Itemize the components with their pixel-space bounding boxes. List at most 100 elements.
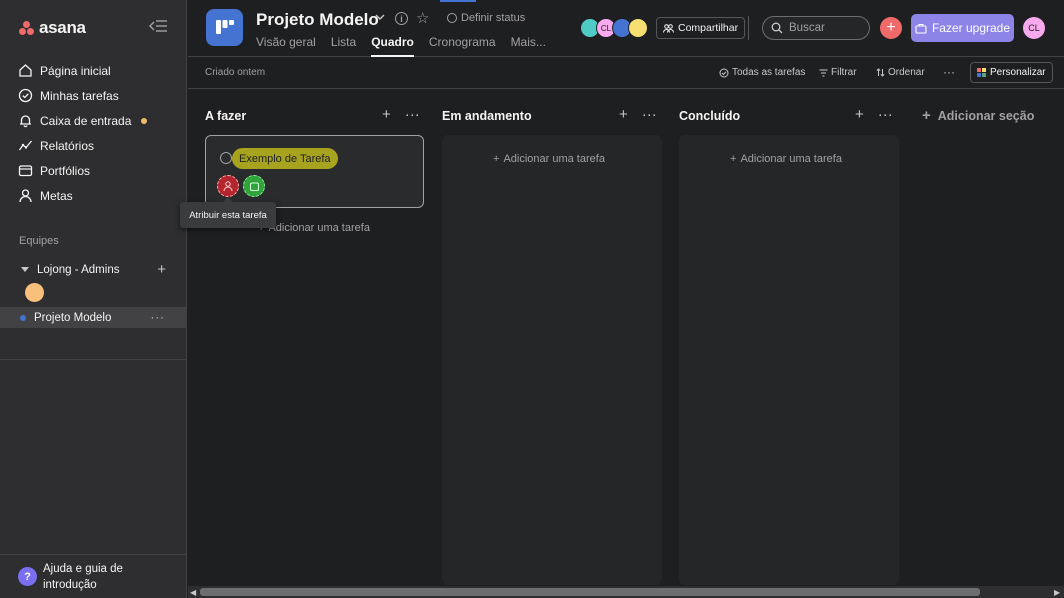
sidebar-item-inbox[interactable]: Caixa de entrada — [18, 108, 178, 133]
column-title-todo[interactable]: A fazer — [205, 107, 246, 125]
sidebar-item-label: Minhas tarefas — [40, 88, 119, 103]
project-name: Projeto Modelo — [34, 311, 112, 324]
all-tasks-button[interactable]: Todas as tarefas — [719, 67, 805, 78]
help-icon: ? — [18, 567, 37, 586]
header-divider — [748, 16, 749, 40]
asana-logo[interactable]: asana — [19, 18, 86, 38]
project-header: Projeto Modelo i ☆ Definir status Visão … — [188, 0, 1064, 57]
chevron-down-icon[interactable] — [374, 11, 386, 26]
column-more-icon[interactable]: ··· — [642, 106, 657, 123]
scroll-right-icon[interactable]: ▶ — [1054, 588, 1060, 597]
sort-button[interactable]: Ordenar — [876, 67, 925, 78]
search-placeholder: Buscar — [789, 22, 825, 34]
sidebar-item-reports[interactable]: Relatórios — [18, 133, 178, 158]
info-icon[interactable]: i — [395, 12, 408, 25]
team-name: Lojong - Admins — [37, 263, 120, 276]
filter-label: Filtrar — [831, 67, 857, 78]
sidebar-divider — [0, 359, 187, 360]
sidebar-item-my-tasks[interactable]: Minhas tarefas — [18, 83, 178, 108]
add-section-label: Adicionar seção — [937, 108, 1035, 123]
help-section[interactable]: ? Ajuda e guia de introdução — [0, 554, 187, 598]
team-member-avatar[interactable] — [25, 283, 44, 302]
tab-board[interactable]: Quadro — [371, 35, 414, 57]
column-title-in-progress[interactable]: Em andamento — [442, 107, 532, 125]
team-row[interactable]: Lojong - Admins + — [21, 261, 166, 278]
avatar[interactable] — [628, 18, 648, 38]
scrollbar-thumb[interactable] — [200, 588, 980, 596]
tab-list[interactable]: Lista — [331, 35, 356, 57]
add-task-plus-icon[interactable]: + — [382, 106, 391, 123]
sidebar-item-label: Portfólios — [40, 163, 91, 178]
help-label: Ajuda e guia de introdução — [43, 562, 123, 591]
task-title[interactable]: Exemplo de Tarefa — [232, 148, 338, 169]
project-color-dot — [20, 314, 26, 321]
add-project-icon[interactable]: + — [157, 261, 166, 278]
project-members[interactable]: CL — [580, 18, 648, 38]
home-icon — [18, 63, 33, 78]
status-indicator-bar — [440, 0, 476, 2]
notification-dot — [141, 117, 148, 124]
add-task-label: Adicionar uma tarefa — [503, 153, 605, 165]
personalize-button[interactable]: Personalizar — [970, 62, 1053, 83]
assignee-icon[interactable] — [217, 175, 239, 197]
add-task-plus-icon[interactable]: + — [855, 106, 864, 123]
sidebar-item-goals[interactable]: Metas — [18, 183, 178, 208]
project-tabs: Visão geral Lista Quadro Cronograma Mais… — [256, 35, 561, 57]
add-task-label: Adicionar uma tarefa — [740, 153, 842, 165]
column-done — [679, 135, 899, 585]
asana-wordmark: asana — [39, 18, 86, 37]
share-button[interactable]: Compartilhar — [656, 17, 746, 39]
collapse-sidebar-icon[interactable] — [148, 19, 170, 35]
sidebar-item-project[interactable]: Projeto Modelo ··· — [0, 307, 187, 328]
briefcase-icon — [915, 23, 927, 34]
upgrade-label: Fazer upgrade — [931, 21, 1011, 35]
scroll-left-icon[interactable]: ◀ — [190, 588, 196, 597]
plus-icon: + — [493, 153, 500, 165]
all-tasks-label: Todas as tarefas — [732, 67, 806, 78]
complete-task-checkbox[interactable] — [220, 152, 232, 164]
plus-icon: + — [922, 107, 931, 124]
created-text: Criado ontem — [205, 67, 266, 78]
search-input[interactable]: Buscar — [762, 16, 870, 40]
sidebar-nav: Página inicial Minhas tarefas Caixa de e… — [18, 58, 178, 208]
column-title-done[interactable]: Concluído — [679, 107, 740, 125]
star-icon[interactable]: ☆ — [416, 9, 429, 27]
sidebar-item-label: Relatórios — [40, 138, 95, 153]
column-more-icon[interactable]: ··· — [878, 106, 893, 123]
filter-button[interactable]: Filtrar — [819, 67, 857, 78]
plus-icon: + — [730, 153, 737, 165]
folder-icon — [18, 163, 33, 178]
horizontal-scrollbar[interactable]: ◀ ▶ — [188, 586, 1064, 598]
set-status-button[interactable]: Definir status — [447, 12, 525, 24]
status-circle-icon — [447, 13, 457, 23]
board-project-icon[interactable] — [206, 9, 243, 46]
column-actions: + ··· — [855, 106, 893, 123]
user-avatar[interactable]: CL — [1023, 17, 1045, 39]
sidebar-item-label: Caixa de entrada — [40, 113, 132, 128]
more-options-icon[interactable]: ··· — [943, 65, 955, 79]
add-task-button[interactable]: + Adicionar uma tarefa — [730, 153, 842, 165]
sidebar-item-home[interactable]: Página inicial — [18, 58, 178, 83]
due-date-icon[interactable] — [243, 175, 265, 197]
create-button[interactable]: + — [880, 17, 902, 39]
add-task-button[interactable]: + Adicionar uma tarefa — [493, 153, 605, 165]
project-more-icon[interactable]: ··· — [151, 312, 166, 324]
tab-timeline[interactable]: Cronograma — [429, 35, 496, 57]
add-task-plus-icon[interactable]: + — [619, 106, 628, 123]
sidebar-item-label: Página inicial — [40, 63, 111, 78]
chart-line-icon — [18, 138, 33, 153]
column-more-icon[interactable]: ··· — [405, 106, 420, 123]
share-label: Compartilhar — [678, 22, 739, 34]
caret-down-icon[interactable] — [21, 267, 29, 272]
add-section-button[interactable]: + Adicionar seção — [922, 107, 1034, 124]
column-in-progress — [442, 135, 662, 585]
sidebar: asana Página inicial Minhas tarefas Caix… — [0, 0, 187, 598]
teams-section-label: Equipes — [19, 235, 59, 247]
sidebar-item-portfolios[interactable]: Portfólios — [18, 158, 178, 183]
project-title[interactable]: Projeto Modelo — [256, 10, 379, 30]
check-circle-icon — [719, 68, 729, 77]
tab-more[interactable]: Mais... — [511, 35, 546, 57]
tab-overview[interactable]: Visão geral — [256, 35, 316, 57]
upgrade-button[interactable]: Fazer upgrade — [911, 14, 1014, 42]
task-card[interactable]: Exemplo de Tarefa — [205, 135, 424, 208]
